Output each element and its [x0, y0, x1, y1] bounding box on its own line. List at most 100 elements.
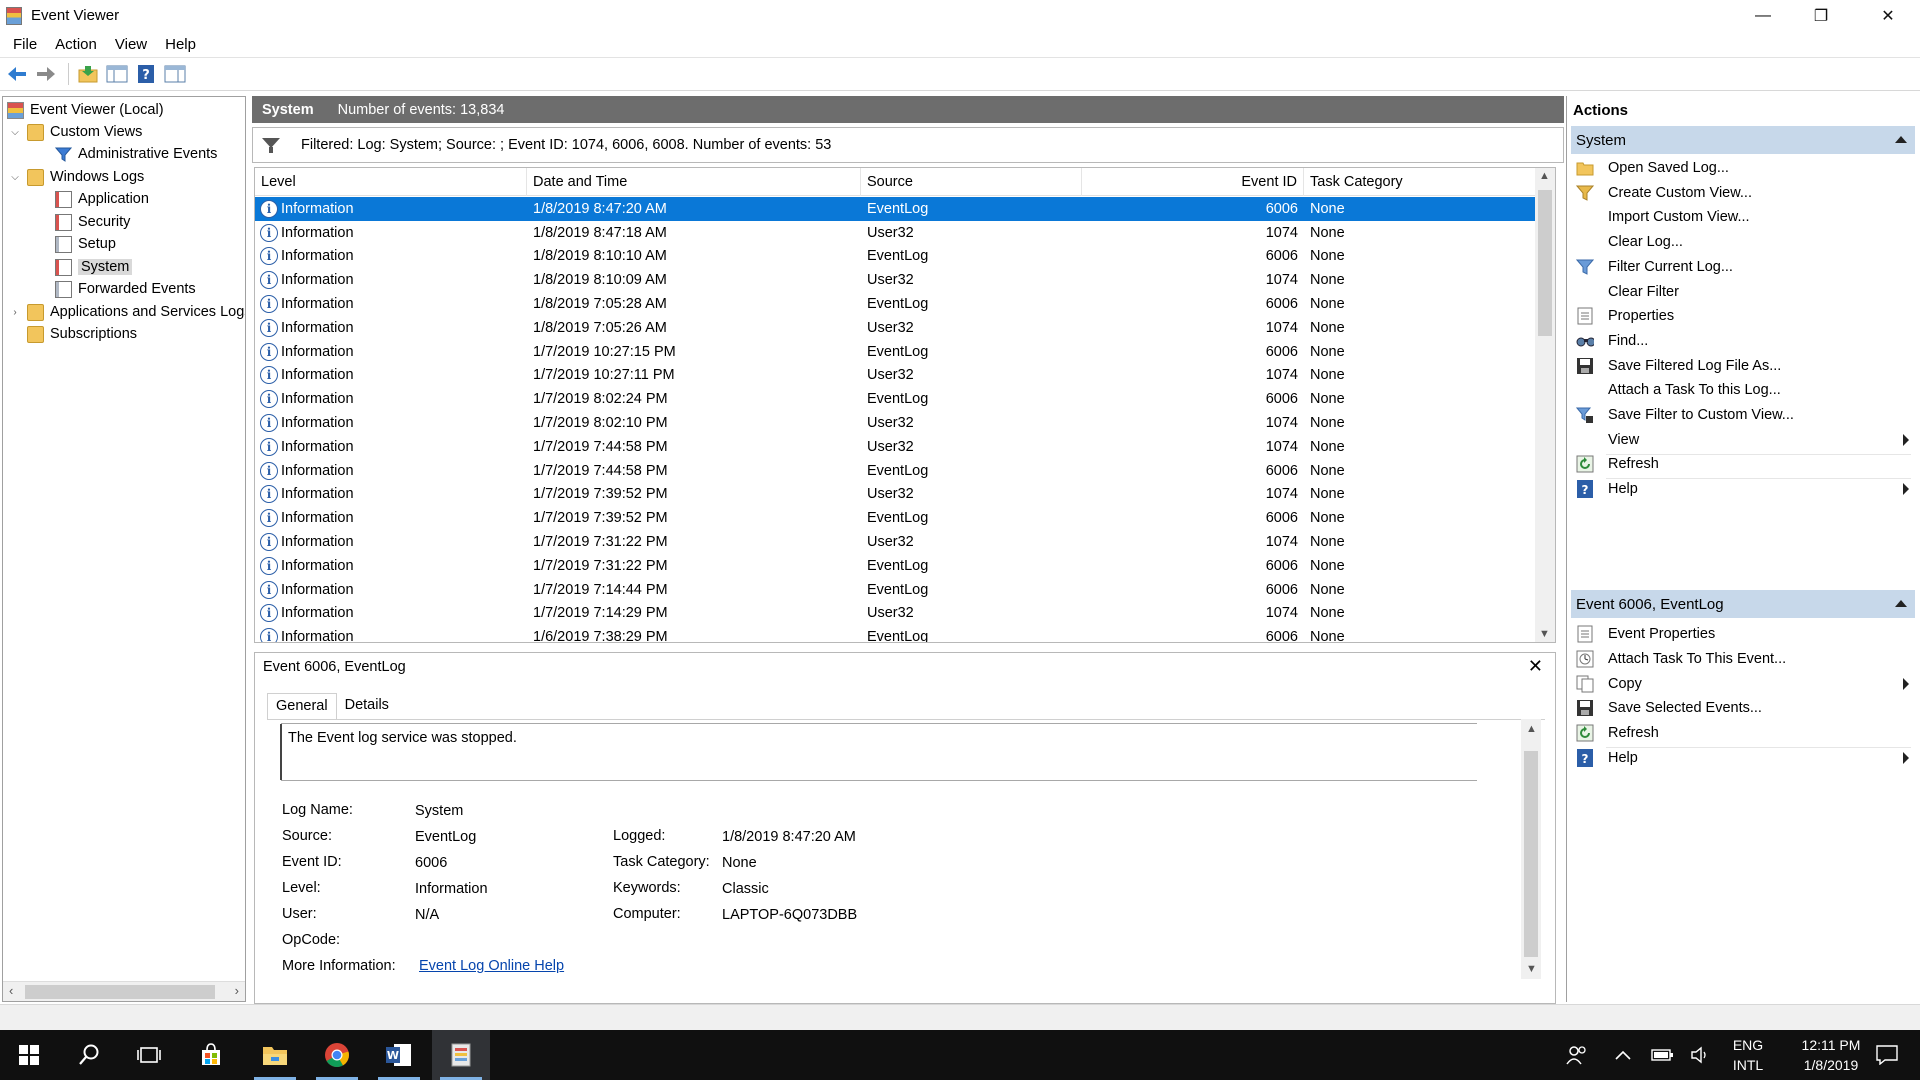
table-row[interactable]: i Information 1/7/2019 7:14:44 PM EventLog 6… — [255, 578, 1537, 602]
action-help[interactable]: ? Help — [1571, 746, 1915, 770]
scroll-right-icon[interactable]: › — [235, 983, 239, 998]
forward-icon[interactable] — [33, 61, 59, 87]
show-hide-action-pane-icon[interactable] — [162, 61, 188, 87]
table-row[interactable]: i Information 1/8/2019 7:05:28 AM EventLog 6… — [255, 292, 1537, 316]
action-filter-current-log[interactable]: Filter Current Log... — [1571, 255, 1915, 279]
tree-item-administrative-events[interactable]: Administrative Events — [54, 143, 217, 165]
help-icon[interactable]: ? — [133, 61, 159, 87]
task-view-icon[interactable] — [120, 1030, 178, 1080]
battery-icon[interactable] — [1646, 1030, 1680, 1080]
event-viewer-taskbar-icon[interactable] — [432, 1030, 490, 1080]
table-row[interactable]: i Information 1/8/2019 8:10:10 AM EventLog 6… — [255, 245, 1537, 269]
menu-help[interactable]: Help — [156, 36, 205, 53]
tab-details[interactable]: Details — [337, 693, 397, 719]
scroll-left-icon[interactable]: ‹ — [9, 983, 13, 998]
action-center-icon[interactable] — [1862, 1030, 1912, 1080]
close-button[interactable]: ✕ — [1859, 0, 1917, 31]
tree-item-subscriptions[interactable]: Subscriptions — [27, 323, 137, 345]
table-row[interactable]: i Information 1/8/2019 8:47:20 AM EventLog 6… — [255, 197, 1537, 221]
table-vertical-scrollbar[interactable]: ▲ ▼ — [1535, 168, 1555, 642]
expand-chevron-icon[interactable]: › — [9, 307, 21, 318]
action-event-properties[interactable]: Event Properties — [1571, 622, 1915, 646]
start-icon[interactable] — [0, 1030, 58, 1080]
scrollbar-thumb[interactable] — [25, 985, 215, 999]
tree-item-forwarded-events[interactable]: Forwarded Events — [55, 278, 196, 300]
table-row[interactable]: i Information 1/7/2019 7:31:22 PM User32 107… — [255, 530, 1537, 554]
table-row[interactable]: i Information 1/7/2019 7:44:58 PM EventLog 6… — [255, 459, 1537, 483]
input-language[interactable]: ENG INTL — [1726, 1030, 1770, 1080]
scrollbar-thumb[interactable] — [1524, 751, 1538, 957]
table-row[interactable]: i Information 1/8/2019 7:05:26 AM User32 107… — [255, 316, 1537, 340]
scroll-up-icon[interactable]: ▲ — [1526, 723, 1537, 735]
action-create-custom-view[interactable]: Create Custom View... — [1571, 181, 1915, 205]
action-help[interactable]: ? Help — [1571, 477, 1915, 501]
tree-item-custom-views[interactable]: ⌵ Custom Views — [9, 121, 142, 143]
scroll-down-icon[interactable]: ▼ — [1526, 963, 1537, 975]
table-row[interactable]: i Information 1/7/2019 8:02:24 PM EventLog 6… — [255, 387, 1537, 411]
search-icon[interactable] — [60, 1030, 118, 1080]
table-row[interactable]: i Information 1/8/2019 8:10:09 AM User32 107… — [255, 268, 1537, 292]
action-attach-task-to-this-event[interactable]: Attach Task To This Event... — [1571, 647, 1915, 671]
column-task-category[interactable]: Task Category — [1304, 168, 1537, 196]
action-save-filter-to-custom-view[interactable]: Save Filter to Custom View... — [1571, 403, 1915, 427]
action-properties[interactable]: Properties — [1571, 304, 1915, 328]
menu-view[interactable]: View — [106, 36, 156, 53]
chrome-icon[interactable] — [308, 1030, 366, 1080]
column-date-and-time[interactable]: Date and Time — [527, 168, 861, 196]
table-row[interactable]: i Information 1/7/2019 10:27:15 PM EventLog… — [255, 340, 1537, 364]
action-save-filtered-log-file-as[interactable]: Save Filtered Log File As... — [1571, 354, 1915, 378]
menu-file[interactable]: File — [4, 36, 46, 53]
actions-section-event[interactable]: Event 6006, EventLog — [1571, 590, 1915, 618]
tree-item-system[interactable]: System — [55, 256, 133, 278]
tree-horizontal-scrollbar[interactable]: ‹ › — [3, 981, 245, 1001]
volume-icon[interactable] — [1684, 1030, 1718, 1080]
tree-item-windows-logs[interactable]: ⌵ Windows Logs — [9, 166, 144, 188]
details-vertical-scrollbar[interactable]: ▲ ▼ — [1521, 719, 1541, 979]
people-icon[interactable] — [1560, 1030, 1594, 1080]
file-explorer-icon[interactable] — [246, 1030, 304, 1080]
table-row[interactable]: i Information 1/7/2019 10:27:11 PM User32 10… — [255, 364, 1537, 388]
collapse-caret-icon[interactable] — [1895, 600, 1907, 607]
show-hidden-icons-icon[interactable] — [1606, 1030, 1640, 1080]
table-row[interactable]: i Information 1/7/2019 7:31:22 PM EventLog 6… — [255, 554, 1537, 578]
word-icon[interactable]: W — [370, 1030, 428, 1080]
scroll-up-icon[interactable]: ▲ — [1539, 170, 1550, 182]
table-row[interactable]: i Information 1/8/2019 8:47:18 AM User32 107… — [255, 221, 1537, 245]
menu-action[interactable]: Action — [46, 36, 106, 53]
table-row[interactable]: i Information 1/7/2019 8:02:10 PM User32 107… — [255, 411, 1537, 435]
tab-general[interactable]: General — [267, 693, 337, 719]
column-level[interactable]: Level — [255, 168, 527, 196]
action-save-selected-events[interactable]: Save Selected Events... — [1571, 696, 1915, 720]
action-import-custom-view[interactable]: Import Custom View... — [1571, 205, 1915, 229]
show-hide-tree-icon[interactable] — [104, 61, 130, 87]
table-row[interactable]: i Information 1/7/2019 7:44:58 PM User32 107… — [255, 435, 1537, 459]
tree-item-applications-and-services-logs[interactable]: › Applications and Services Logs — [9, 301, 245, 323]
action-copy[interactable]: Copy — [1571, 672, 1915, 696]
action-clear-filter[interactable]: Clear Filter — [1571, 280, 1915, 304]
event-log-online-help-link[interactable]: Event Log Online Help — [419, 958, 564, 974]
collapse-chevron-icon[interactable]: ⌵ — [9, 127, 21, 138]
minimize-button[interactable]: — — [1734, 0, 1792, 31]
actions-section-system[interactable]: System — [1571, 126, 1915, 154]
store-icon[interactable] — [182, 1030, 240, 1080]
collapse-caret-icon[interactable] — [1895, 136, 1907, 143]
table-row[interactable]: i Information 1/7/2019 7:14:29 PM User32 107… — [255, 602, 1537, 626]
tree-item-event-viewer-local[interactable]: Event Viewer (Local) — [7, 99, 164, 121]
action-refresh[interactable]: Refresh — [1571, 452, 1915, 480]
table-row[interactable]: i Information 1/6/2019 7:38:29 PM EventLog 6… — [255, 625, 1537, 642]
column-source[interactable]: Source — [861, 168, 1082, 196]
tree-item-security[interactable]: Security — [55, 211, 130, 233]
open-folder-icon[interactable] — [75, 61, 101, 87]
action-attach-a-task-to-this-log[interactable]: Attach a Task To this Log... — [1571, 378, 1915, 402]
scrollbar-thumb[interactable] — [1538, 190, 1552, 336]
close-icon[interactable]: ✕ — [1528, 656, 1543, 677]
maximize-button[interactable]: ❐ — [1792, 0, 1850, 31]
table-row[interactable]: i Information 1/7/2019 7:39:52 PM EventLog 6… — [255, 506, 1537, 530]
action-open-saved-log[interactable]: Open Saved Log... — [1571, 156, 1915, 180]
tree-item-setup[interactable]: Setup — [55, 233, 116, 255]
column-event-id[interactable]: Event ID — [1082, 168, 1304, 196]
action-view[interactable]: View — [1571, 428, 1915, 455]
collapse-chevron-icon[interactable]: ⌵ — [9, 172, 21, 183]
tree-item-application[interactable]: Application — [55, 188, 149, 210]
back-icon[interactable] — [4, 61, 30, 87]
